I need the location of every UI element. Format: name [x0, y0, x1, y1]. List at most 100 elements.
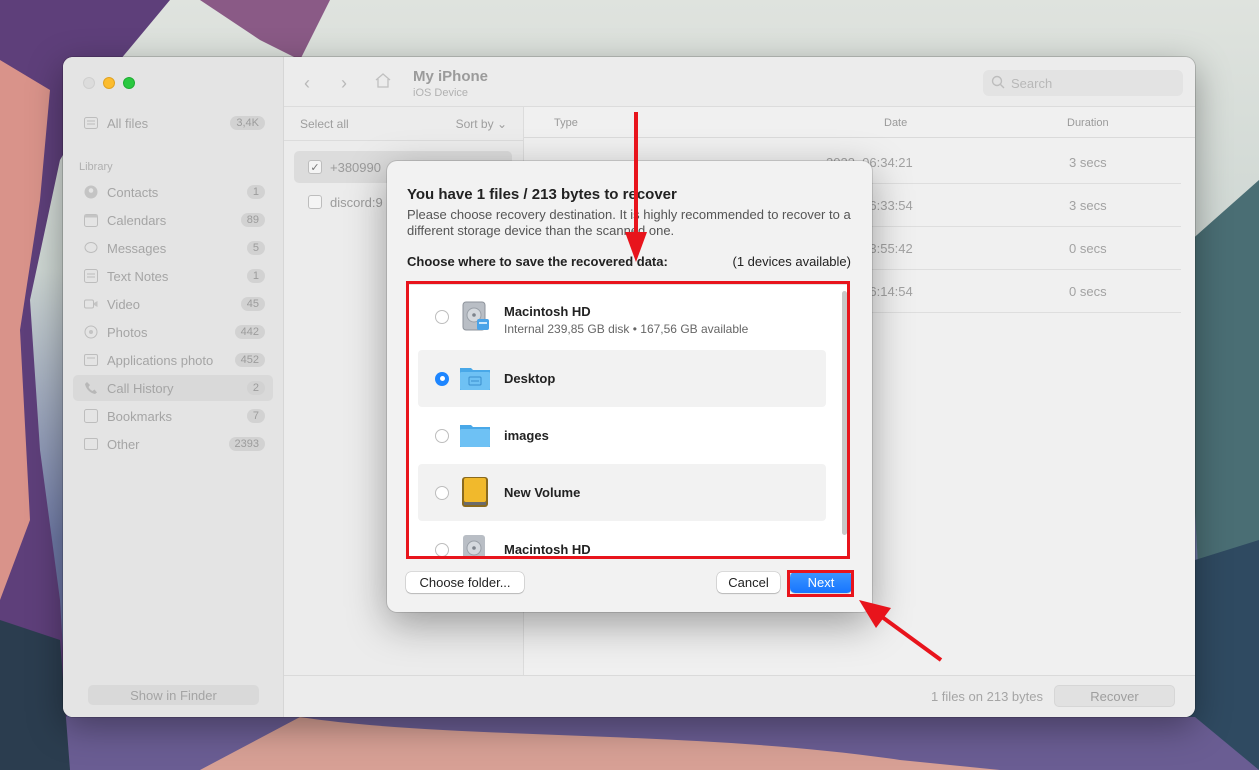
- forward-arrow-icon[interactable]: ›: [341, 73, 347, 94]
- sort-by-button[interactable]: Sort by ⌄: [456, 117, 507, 131]
- notes-icon: [83, 269, 99, 283]
- destination-item-macintosh-hd[interactable]: Macintosh HD Internal 239,85 GB disk • 1…: [418, 288, 826, 345]
- count-badge: 2: [246, 381, 265, 395]
- sidebar-item-label: Call History: [107, 380, 174, 396]
- dialog-description: Please choose recovery destination. It i…: [407, 207, 851, 238]
- row-duration: 3 secs: [1069, 155, 1107, 170]
- dialog-title: You have 1 files / 213 bytes to recover: [407, 186, 677, 203]
- contacts-icon: [83, 185, 99, 199]
- library-section-label: Library: [79, 161, 113, 173]
- chevron-down-icon: ⌄: [496, 116, 507, 131]
- destination-radio[interactable]: [435, 309, 449, 324]
- phone-icon: [83, 381, 99, 395]
- sort-by-label: Sort by: [455, 116, 494, 131]
- destination-item-new-volume[interactable]: New Volume: [418, 464, 826, 521]
- recovery-destination-dialog: You have 1 files / 213 bytes to recover …: [387, 161, 872, 612]
- external-drive-icon: [459, 476, 491, 508]
- count-badge: 5: [246, 241, 265, 255]
- column-date[interactable]: Date: [884, 117, 907, 129]
- back-arrow-icon[interactable]: ‹: [304, 73, 310, 94]
- sidebar-item-label: Other: [107, 436, 140, 452]
- column-type[interactable]: Type: [554, 117, 578, 129]
- cancel-button[interactable]: Cancel: [717, 572, 780, 593]
- folder-icon: [459, 362, 491, 394]
- destination-name: Macintosh HD: [504, 304, 591, 319]
- next-button[interactable]: Next: [790, 572, 852, 593]
- destination-name: Macintosh HD: [504, 542, 591, 556]
- destination-item-desktop[interactable]: Desktop: [418, 350, 826, 407]
- sidebar-item-bookmarks[interactable]: Bookmarks 7: [73, 403, 273, 429]
- destination-details: Internal 239,85 GB disk • 167,56 GB avai…: [504, 322, 749, 336]
- select-all-button[interactable]: Select all: [300, 117, 349, 131]
- window-subtitle: iOS Device: [413, 87, 469, 99]
- video-icon: [83, 297, 99, 311]
- column-duration[interactable]: Duration: [1067, 117, 1109, 129]
- window-footer: 1 files on 213 bytes Recover: [284, 675, 1195, 717]
- sidebar-item-label: Text Notes: [107, 268, 169, 284]
- window-controls: [83, 77, 135, 89]
- count-badge: 89: [240, 213, 265, 227]
- sidebar-item-video[interactable]: Video 45: [73, 291, 273, 317]
- show-in-finder-button[interactable]: Show in Finder: [88, 685, 259, 705]
- item-checkbox[interactable]: [308, 195, 322, 209]
- choose-folder-button[interactable]: Choose folder...: [406, 572, 524, 593]
- sidebar-item-text-notes[interactable]: Text Notes 1: [73, 263, 273, 289]
- sidebar-item-label: All files: [107, 115, 149, 131]
- item-checkbox[interactable]: ✓: [308, 160, 322, 174]
- sidebar-item-contacts[interactable]: Contacts 1: [73, 179, 273, 205]
- message-icon: [83, 241, 99, 255]
- row-duration: 0 secs: [1069, 284, 1107, 299]
- minimize-window-button[interactable]: [103, 77, 115, 89]
- list-header: Select all Sort by ⌄: [284, 107, 523, 141]
- sidebar-item-messages[interactable]: Messages 5: [73, 235, 273, 261]
- hard-drive-icon: [459, 533, 491, 556]
- sidebar-item-label: Calendars: [107, 212, 167, 228]
- destination-name: Desktop: [504, 371, 556, 386]
- recover-button[interactable]: Recover: [1054, 685, 1175, 707]
- sidebar-item-label: Contacts: [107, 184, 159, 200]
- list-item-label: +380990: [330, 159, 381, 175]
- destination-item-macintosh-hd-2[interactable]: Macintosh HD: [418, 521, 826, 556]
- count-badge: 2393: [228, 437, 265, 451]
- count-badge: 442: [234, 325, 265, 339]
- count-badge: 1: [246, 269, 265, 283]
- search-placeholder: Search: [1011, 75, 1053, 91]
- destination-name: New Volume: [504, 485, 581, 500]
- sidebar-item-other[interactable]: Other 2393: [73, 431, 273, 457]
- destination-name: images: [504, 428, 549, 443]
- count-badge: 452: [234, 353, 265, 367]
- other-icon: [83, 437, 99, 451]
- destination-radio[interactable]: [435, 542, 449, 556]
- sidebar-item-call-history[interactable]: Call History 2: [73, 375, 273, 401]
- close-window-button[interactable]: [83, 77, 95, 89]
- sidebar-item-applications-photo[interactable]: Applications photo 452: [73, 347, 273, 373]
- sidebar-item-all-files[interactable]: All files 3,4K: [73, 110, 273, 136]
- app-photo-icon: [83, 353, 99, 367]
- sidebar-item-photos[interactable]: Photos 442: [73, 319, 273, 345]
- photos-icon: [83, 325, 99, 339]
- maximize-window-button[interactable]: [123, 77, 135, 89]
- list-item-label: discord:9: [330, 194, 383, 210]
- all-files-icon: [83, 116, 99, 130]
- destination-list-scrollbar[interactable]: [842, 291, 847, 535]
- count-badge: 3,4K: [230, 116, 265, 130]
- count-badge: 1: [246, 185, 265, 199]
- toolbar: ‹ › My iPhone iOS Device Search: [284, 57, 1195, 107]
- destination-list: Macintosh HD Internal 239,85 GB disk • 1…: [409, 284, 849, 556]
- home-icon[interactable]: [374, 72, 392, 94]
- row-duration: 0 secs: [1069, 241, 1107, 256]
- destination-radio-selected[interactable]: [435, 371, 449, 386]
- destination-radio[interactable]: [435, 428, 449, 443]
- table-header: Type Date Duration: [524, 107, 1195, 138]
- count-badge: 45: [240, 297, 265, 311]
- calendar-icon: [83, 213, 99, 227]
- sidebar-item-calendars[interactable]: Calendars 89: [73, 207, 273, 233]
- search-input[interactable]: Search: [983, 70, 1183, 96]
- hard-drive-icon: [459, 300, 491, 332]
- files-summary: 1 files on 213 bytes: [930, 689, 1043, 704]
- destination-radio[interactable]: [435, 485, 449, 500]
- sidebar-item-label: Messages: [107, 240, 167, 256]
- destination-item-images[interactable]: images: [418, 407, 826, 464]
- sidebar-item-label: Photos: [107, 324, 148, 340]
- sidebar: All files 3,4K Library Contacts 1 Calend…: [63, 57, 284, 717]
